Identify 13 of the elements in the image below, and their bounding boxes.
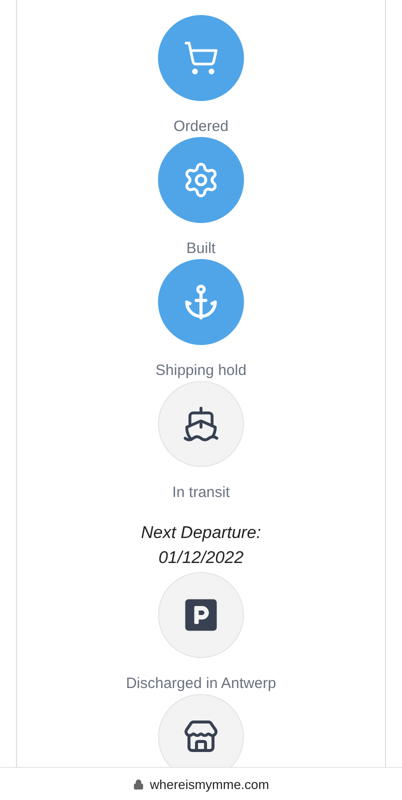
store-icon [183, 719, 219, 755]
step-label: Shipping hold [156, 361, 246, 381]
url-text[interactable]: whereismymme.com [150, 776, 270, 792]
step-label: Ordered [173, 117, 229, 137]
step-label: In transit [172, 483, 230, 503]
parking-icon [183, 597, 219, 633]
cart-icon [183, 40, 219, 76]
ship-icon [182, 405, 220, 443]
lock-icon [132, 778, 144, 790]
step-label: Built [186, 239, 216, 259]
step-label: Discharged in Antwerp [126, 674, 276, 694]
departure-note: Next Departure: [141, 522, 261, 544]
departure-note: 01/12/2022 [158, 547, 244, 569]
